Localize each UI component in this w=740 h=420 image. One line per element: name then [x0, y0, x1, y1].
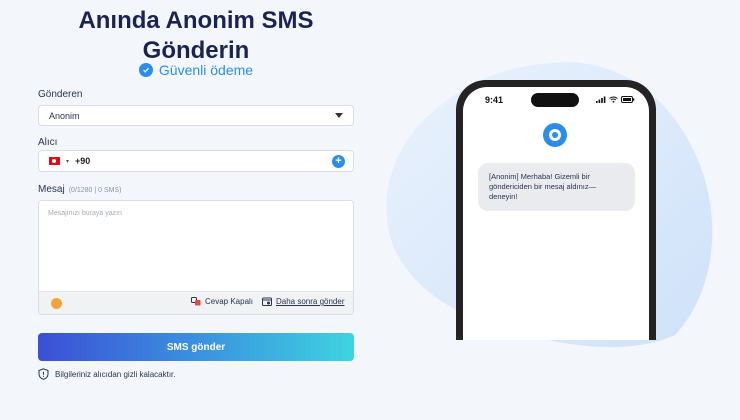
message-placeholder: Mesajınızı buraya yazın — [48, 210, 122, 217]
turkey-flag-icon[interactable] — [49, 157, 60, 165]
wifi-icon — [609, 96, 618, 103]
battery-icon — [621, 96, 635, 103]
emoji-icon[interactable] — [51, 298, 62, 309]
sender-select[interactable]: Anonim — [38, 105, 354, 126]
page-title: Anında Anonim SMS Gönderin — [38, 6, 354, 66]
dynamic-island — [531, 93, 579, 107]
message-label: Mesaj (0/1280 | 0 SMS) — [38, 184, 121, 195]
sender-select-value: Anonim — [49, 110, 80, 121]
sender-logo-icon — [543, 123, 567, 147]
check-circle-icon — [138, 63, 153, 77]
recipient-phone-field[interactable]: ▾ +90 + — [38, 150, 354, 172]
caret-down-icon[interactable]: ▾ — [66, 158, 69, 165]
calendar-clock-icon — [262, 297, 272, 306]
add-recipient-button[interactable]: + — [332, 155, 345, 168]
phone-preview: 9:41 [Anonim] Merhaba! Gizemli bir gönde… — [456, 80, 656, 340]
message-counter: (0/1280 | 0 SMS) — [68, 187, 122, 194]
sender-label: Gönderen — [38, 89, 83, 100]
chevron-down-icon — [335, 113, 343, 118]
secure-payment-badge: Güvenli ödeme — [38, 62, 354, 78]
send-sms-button[interactable]: SMS gönder — [38, 333, 354, 361]
status-time: 9:41 — [485, 95, 504, 105]
phone-screen: 9:41 [Anonim] Merhaba! Gizemli bir gönde… — [463, 87, 649, 340]
schedule-button-label: Daha sonra gönder — [276, 297, 345, 306]
reply-toggle[interactable]: Cevap Kapalı — [191, 297, 253, 306]
status-icons — [596, 96, 635, 103]
schedule-button[interactable]: Daha sonra gönder — [262, 297, 345, 306]
sms-preview-bubble: [Anonim] Merhaba! Gizemli bir göndericid… — [478, 163, 635, 211]
country-code: +90 — [75, 156, 91, 166]
privacy-note-text: Bilgileriniz alıcıdan gizli kalacaktır. — [55, 369, 176, 379]
message-toolbar: Cevap Kapalı Daha sonra gönder — [39, 291, 353, 314]
signal-icon — [596, 96, 606, 103]
reply-off-icon — [191, 297, 201, 306]
secure-payment-label: Güvenli ödeme — [158, 62, 254, 78]
message-label-text: Mesaj — [38, 184, 65, 195]
shield-icon — [38, 368, 49, 380]
recipient-label: Alıcı — [38, 137, 58, 148]
message-textarea[interactable]: Mesajınızı buraya yazın Cevap Kapalı Dah… — [38, 200, 354, 315]
privacy-note: Bilgileriniz alıcıdan gizli kalacaktır. — [38, 368, 176, 380]
page-title-line-1: Anında Anonim SMS — [78, 7, 314, 34]
reply-toggle-label: Cevap Kapalı — [205, 297, 254, 306]
